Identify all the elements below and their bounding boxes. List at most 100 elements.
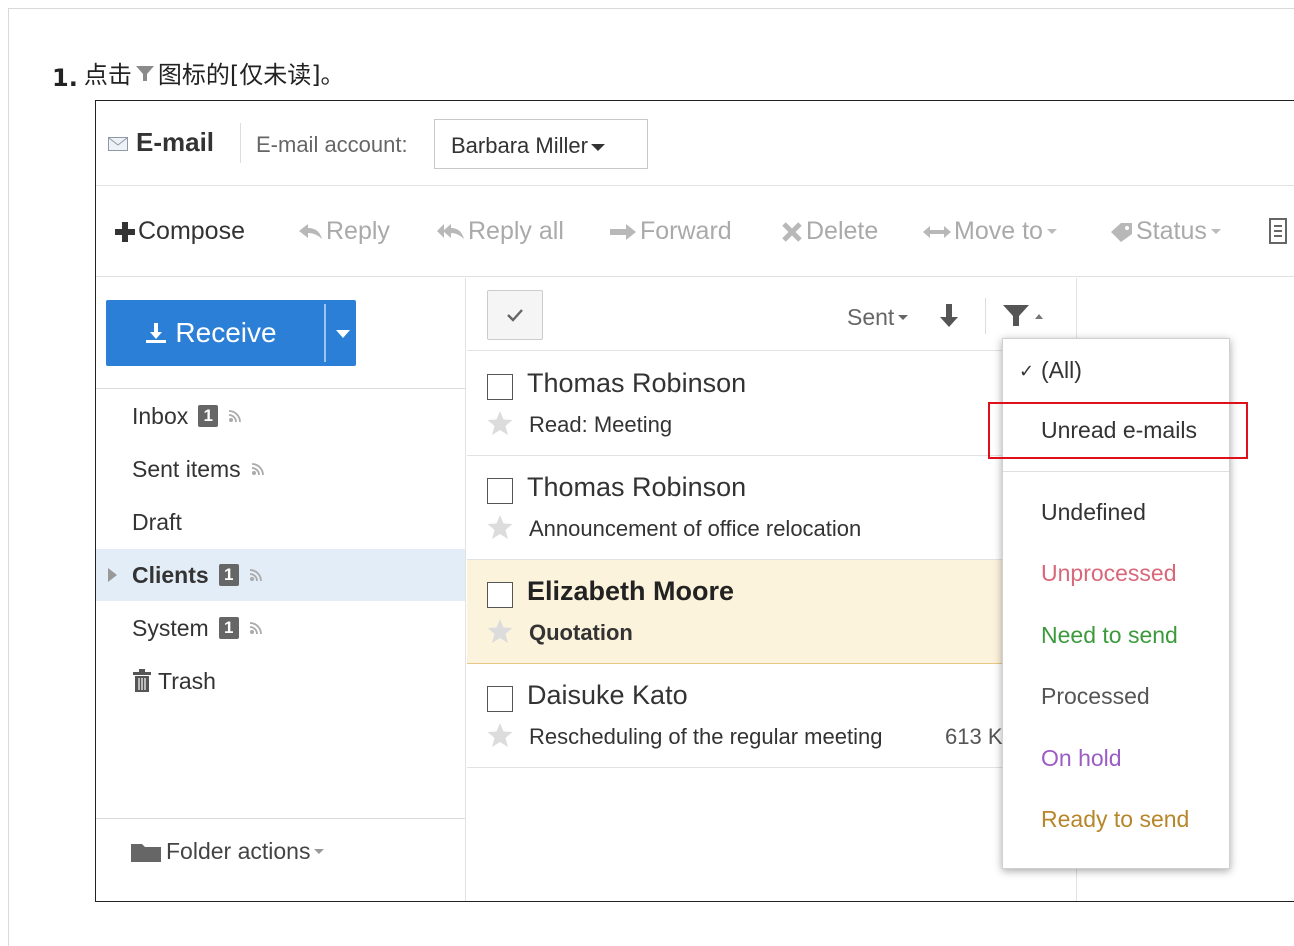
rss-icon xyxy=(229,410,242,423)
compose-button[interactable]: Compose xyxy=(114,217,245,246)
chevron-down-icon xyxy=(1210,229,1221,234)
download-icon xyxy=(146,323,167,343)
folder-actions-label: Folder actions xyxy=(166,838,311,864)
mail-subject: Read: Meeting xyxy=(529,412,673,437)
checkmark-icon xyxy=(507,309,523,322)
account-value: Barbara Miller xyxy=(451,133,588,158)
close-icon xyxy=(782,221,802,242)
reply-all-icon xyxy=(437,223,464,239)
filter-option-all[interactable]: (All) xyxy=(1041,357,1082,384)
filter-option-undefined[interactable]: Undefined xyxy=(1041,499,1146,526)
star-icon[interactable] xyxy=(487,618,513,644)
filter-option-on-hold[interactable]: On hold xyxy=(1041,745,1122,772)
account-select[interactable]: Barbara Miller xyxy=(434,119,648,169)
mail-size: 613 K xyxy=(945,724,1003,749)
filter-option-need-to-send[interactable]: Need to send xyxy=(1041,622,1178,649)
reply-button[interactable]: Reply xyxy=(298,217,390,246)
reply-all-button[interactable]: Reply all xyxy=(436,217,564,246)
list-view-icon[interactable] xyxy=(1268,217,1288,245)
mail-checkbox[interactable] xyxy=(487,686,513,712)
mail-sender: Thomas Robinson xyxy=(527,472,747,502)
expand-triangle-icon[interactable] xyxy=(108,568,117,582)
filter-icon xyxy=(135,66,154,81)
star-icon[interactable] xyxy=(487,722,513,748)
move-to-button[interactable]: Move to xyxy=(922,217,1057,246)
sidebar-divider xyxy=(96,388,465,389)
chevron-down-icon xyxy=(1046,229,1057,234)
mail-sender: Thomas Robinson xyxy=(527,368,747,398)
mail-row[interactable]: Daisuke Kato Rescheduling of the regular… xyxy=(467,664,1076,768)
mail-checkbox[interactable] xyxy=(487,582,513,608)
receive-label: Receive xyxy=(175,317,277,348)
reply-all-label: Reply all xyxy=(468,217,564,245)
menu-divider xyxy=(1003,471,1229,472)
select-all-checkbox[interactable] xyxy=(487,290,543,340)
receive-button[interactable]: Receive xyxy=(106,300,316,366)
annotation-highlight-box xyxy=(988,402,1248,459)
reply-icon xyxy=(299,223,322,239)
sidebar-item-system[interactable]: System 1 xyxy=(96,602,465,654)
folder-actions-menu[interactable]: Folder actions xyxy=(130,838,325,865)
filter-option-processed[interactable]: Processed xyxy=(1041,683,1150,710)
filter-option-ready-to-send[interactable]: Ready to send xyxy=(1041,806,1189,833)
receive-options-chevron-icon[interactable] xyxy=(336,330,350,338)
chevron-down-icon xyxy=(590,143,605,151)
checkmark-icon: ✓ xyxy=(1019,361,1035,381)
sidebar-item-draft[interactable]: Draft xyxy=(96,496,465,548)
account-label: E-mail account: xyxy=(256,132,408,157)
receive-button-group: Receive xyxy=(106,300,356,366)
mail-subject: Quotation xyxy=(529,620,633,645)
mail-row[interactable]: Elizabeth Moore Quotation xyxy=(467,560,1076,664)
mail-sender: Daisuke Kato xyxy=(527,680,688,710)
folder-label: Draft xyxy=(132,508,182,535)
delete-button[interactable]: Delete xyxy=(780,217,878,246)
header-divider xyxy=(240,123,241,163)
sidebar-item-clients[interactable]: Clients 1 xyxy=(96,549,465,601)
trash-icon xyxy=(133,669,151,692)
header-divider xyxy=(985,298,986,334)
mail-row[interactable]: Thomas Robinson Read: Meeting xyxy=(467,352,1076,456)
mail-list-header: Sent xyxy=(467,278,1076,351)
forward-button[interactable]: Forward xyxy=(608,217,732,246)
delete-label: Delete xyxy=(806,217,879,245)
sidebar-item-sent-items[interactable]: Sent items xyxy=(96,443,465,495)
sort-field-select[interactable]: Sent xyxy=(847,304,909,331)
folder-label: Trash xyxy=(158,667,216,694)
star-icon[interactable] xyxy=(487,410,513,436)
sidebar-item-trash[interactable]: Trash xyxy=(96,655,465,707)
mail-list: Sent Thomas Robinson Read: Meeting Thoma… xyxy=(467,278,1077,901)
star-icon[interactable] xyxy=(487,514,513,540)
rss-icon xyxy=(249,569,262,582)
instruction-text-before: 点击 xyxy=(83,60,132,89)
chevron-down-icon xyxy=(898,315,909,320)
sort-down-arrow-icon[interactable] xyxy=(937,302,961,328)
folder-label: Clients xyxy=(132,561,209,588)
move-arrows-icon xyxy=(923,225,951,238)
forward-arrow-icon xyxy=(610,223,636,240)
mail-subject: Rescheduling of the regular meeting xyxy=(529,724,883,749)
forward-label: Forward xyxy=(640,217,732,245)
unread-badge: 1 xyxy=(218,617,239,639)
envelope-icon xyxy=(108,137,128,151)
folder-label: Sent items xyxy=(132,455,241,482)
folder-icon xyxy=(131,843,161,862)
unread-badge: 1 xyxy=(198,405,219,427)
mail-checkbox[interactable] xyxy=(487,478,513,504)
filter-icon[interactable] xyxy=(1001,302,1045,328)
folder-label: Inbox xyxy=(132,402,189,429)
mail-checkbox[interactable] xyxy=(487,374,513,400)
step-number: 1. xyxy=(52,64,78,92)
unread-badge: 1 xyxy=(218,564,239,586)
folder-sidebar: Receive Inbox 1 Sent items Draft Clients… xyxy=(96,278,466,901)
folder-label: System xyxy=(132,614,209,641)
sidebar-item-inbox[interactable]: Inbox 1 xyxy=(96,390,465,442)
sort-label: Sent xyxy=(847,304,895,330)
instruction-step: 1. 点击 图标的[仅未读]。 xyxy=(52,52,345,93)
status-button[interactable]: Status xyxy=(1108,217,1221,246)
toolbar: Compose Reply Reply all Forward Delete M… xyxy=(96,187,1294,277)
status-label: Status xyxy=(1136,217,1207,245)
mail-row[interactable]: Thomas Robinson Announcement of office r… xyxy=(467,456,1076,560)
chevron-down-icon xyxy=(314,849,325,854)
filter-option-unprocessed[interactable]: Unprocessed xyxy=(1041,560,1177,587)
reply-label: Reply xyxy=(326,217,390,245)
